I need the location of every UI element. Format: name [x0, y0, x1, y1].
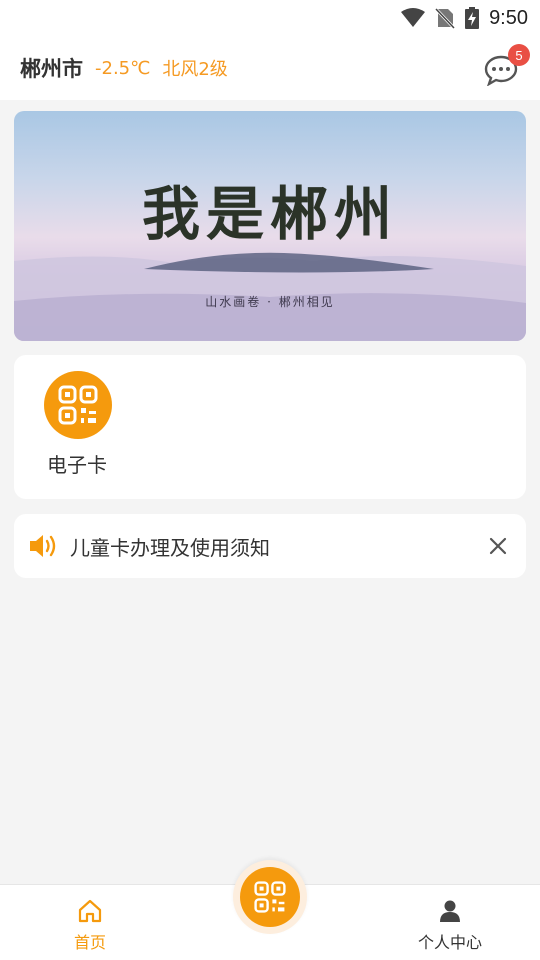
electronic-card-entry[interactable]: 电子卡 — [44, 371, 112, 478]
electronic-card-label: 电子卡 — [47, 453, 107, 477]
temperature: -2.5℃ — [95, 57, 151, 79]
wifi-icon — [401, 8, 426, 27]
header: 郴州市 -2.5℃ 北风2级 5 — [0, 36, 540, 100]
qr-code-icon — [254, 881, 286, 913]
function-card: 电子卡 — [14, 355, 526, 499]
user-icon — [440, 900, 460, 922]
center-qr-inner — [240, 867, 300, 927]
message-badge: 5 — [508, 44, 530, 66]
tab-home[interactable]: 首页 — [30, 899, 150, 953]
notice-text[interactable]: 儿童卡办理及使用须知 — [70, 532, 270, 561]
notice-bar[interactable]: 儿童卡办理及使用须知 — [14, 514, 526, 578]
message-button[interactable]: 5 — [484, 44, 530, 87]
banner[interactable]: 我是郴州 山水画卷 · 郴州相见 — [14, 111, 526, 341]
qr-code-icon — [44, 371, 112, 439]
status-time: 9:50 — [489, 6, 528, 29]
battery-charging-icon — [465, 7, 480, 29]
close-icon[interactable] — [488, 536, 508, 556]
city-name[interactable]: 郴州市 — [20, 53, 83, 83]
tab-home-label: 首页 — [73, 933, 106, 952]
home-icon — [78, 899, 102, 923]
banner-subtitle: 山水画卷 · 郴州相见 — [205, 295, 335, 309]
wind-info: 北风2级 — [162, 59, 228, 80]
tab-profile-label: 个人中心 — [417, 933, 482, 952]
tab-profile[interactable]: 个人中心 — [390, 899, 510, 953]
speaker-icon — [30, 535, 56, 557]
banner-title: 我是郴州 — [141, 180, 398, 248]
status-bar: 9:50 — [0, 0, 540, 36]
center-qr-button[interactable] — [233, 860, 307, 934]
no-sim-icon — [435, 7, 456, 29]
